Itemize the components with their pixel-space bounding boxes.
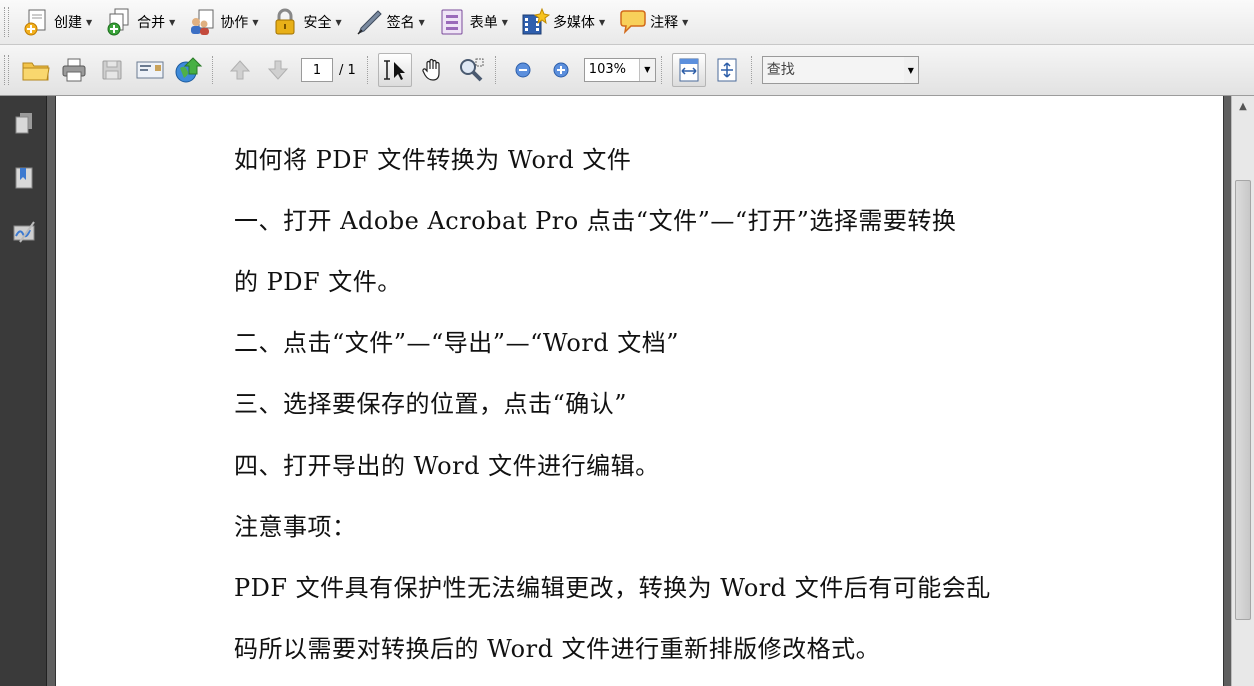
secure-menu-button[interactable]: 安全 ▼ — [266, 4, 345, 40]
comment-menu-button[interactable]: 注释 ▼ — [613, 4, 692, 40]
marquee-zoom-button[interactable] — [454, 53, 488, 87]
chevron-down-icon: ▼ — [501, 17, 508, 27]
save-button[interactable] — [95, 53, 129, 87]
pdf-page[interactable]: 如何将 PDF 文件转换为 Word 文件 一、打开 Adobe Acrobat… — [55, 96, 1224, 686]
chevron-down-icon: ▼ — [418, 17, 425, 27]
bookmark-icon — [15, 167, 32, 189]
toolbar-grip[interactable] — [4, 7, 9, 37]
chevron-down-icon: ▼ — [252, 17, 259, 27]
signatures-panel-button[interactable] — [0, 218, 47, 246]
email-button[interactable] — [133, 53, 167, 87]
chevron-down-icon: ▼ — [169, 17, 176, 27]
zoom-in-button[interactable] — [544, 53, 578, 87]
secure-menu-label: 安全 — [303, 15, 332, 31]
document-line: 四、打开导出的 Word 文件进行编辑。 — [234, 452, 660, 480]
zoom-out-icon — [515, 62, 531, 78]
document-line: 二、点击“文件”—“导出”—“Word 文档” — [234, 329, 680, 357]
pen-icon — [357, 10, 382, 35]
folder-icon — [22, 62, 50, 81]
toolbar-separator — [494, 56, 499, 84]
pages-icon — [15, 113, 32, 134]
chevron-down-icon: ▼ — [682, 17, 689, 27]
chevron-down-icon[interactable]: ▼ — [638, 59, 655, 81]
film-icon — [522, 7, 550, 35]
create-menu-button[interactable]: 创建 ▼ — [17, 4, 96, 40]
combine-menu-button[interactable]: 合并 ▼ — [100, 4, 179, 40]
combine-files-icon — [107, 8, 129, 36]
zoom-out-button[interactable] — [506, 53, 540, 87]
find-field[interactable]: 查找 ▼ — [761, 56, 919, 84]
sign-menu-button[interactable]: 签名 ▼ — [350, 4, 429, 40]
create-document-icon — [24, 9, 46, 36]
chevron-down-icon[interactable]: ▼ — [904, 66, 918, 75]
navigation-pane — [0, 96, 47, 686]
page-number-input[interactable] — [301, 58, 333, 82]
magnifier-icon — [459, 58, 484, 82]
find-input[interactable]: 查找 — [762, 57, 904, 83]
main-toolbar: / 1 103% ▼ — [0, 45, 1254, 96]
vertical-scrollbar[interactable]: ▲ — [1231, 96, 1254, 686]
lock-icon — [275, 8, 295, 35]
zoom-level-select[interactable]: 103% ▼ — [583, 58, 656, 82]
page-total-label: / 1 — [339, 62, 356, 78]
printer-icon — [62, 58, 86, 82]
upload-share-button[interactable] — [171, 53, 205, 87]
collaborate-menu-button[interactable]: 协作 ▼ — [183, 4, 262, 40]
create-menu-label: 创建 — [54, 15, 82, 31]
document-line: 一、打开 Adobe Acrobat Pro 点击“文件”—“打开”选择需要转换 — [234, 207, 957, 235]
collaborate-icon — [191, 9, 214, 35]
multimedia-menu-label: 多媒体 — [552, 15, 595, 31]
document-line: 三、选择要保存的位置，点击“确认” — [234, 390, 628, 418]
toolbar-separator — [660, 56, 665, 84]
collaborate-menu-label: 协作 — [220, 15, 249, 31]
scrollbar-thumb[interactable] — [1235, 180, 1251, 620]
sign-menu-label: 签名 — [386, 15, 415, 31]
floppy-disk-icon — [102, 60, 122, 80]
chevron-down-icon: ▼ — [598, 17, 606, 27]
forms-menu-label: 表单 — [469, 15, 498, 31]
document-line: 码所以需要对转换后的 Word 文件进行重新排版修改格式。 — [234, 635, 881, 663]
fit-width-icon — [679, 58, 699, 82]
toolbar-grip[interactable] — [4, 55, 9, 85]
comment-menu-label: 注释 — [650, 15, 679, 31]
previous-page-button[interactable] — [223, 53, 257, 87]
document-title: 如何将 PDF 文件转换为 Word 文件 — [234, 146, 632, 174]
toolbar-separator — [750, 56, 755, 84]
document-viewport[interactable]: 如何将 PDF 文件转换为 Word 文件 一、打开 Adobe Acrobat… — [47, 96, 1231, 686]
open-button[interactable] — [19, 53, 53, 87]
toolbar-separator — [212, 56, 216, 84]
next-page-button[interactable] — [261, 53, 295, 87]
document-line: 注意事项： — [234, 513, 357, 541]
signature-icon — [13, 221, 35, 243]
fit-width-button[interactable] — [671, 53, 706, 87]
envelope-icon — [136, 61, 164, 79]
document-line: PDF 文件具有保护性无法编辑更改，转换为 Word 文件后有可能会乱 — [234, 574, 991, 602]
zoom-in-icon — [553, 62, 569, 78]
arrow-up-icon — [229, 60, 251, 80]
toolbar-separator — [366, 56, 371, 84]
text-select-cursor-icon — [383, 60, 405, 80]
forms-menu-button[interactable]: 表单 ▼ — [433, 4, 512, 40]
fit-page-button[interactable] — [710, 53, 744, 87]
chevron-down-icon: ▼ — [335, 17, 342, 27]
multimedia-menu-button[interactable]: 多媒体 ▼ — [516, 4, 609, 40]
hand-tool-button[interactable] — [416, 53, 450, 87]
pages-panel-button[interactable] — [0, 110, 47, 138]
select-tool-button[interactable] — [377, 53, 412, 87]
scroll-up-arrow-icon[interactable]: ▲ — [1232, 96, 1254, 116]
chevron-down-icon: ▼ — [86, 17, 93, 27]
speech-bubble-icon — [620, 10, 646, 35]
combine-menu-label: 合并 — [137, 15, 166, 31]
bookmarks-panel-button[interactable] — [0, 164, 47, 192]
document-line: 的 PDF 文件。 — [234, 268, 402, 296]
arrow-down-icon — [267, 60, 289, 80]
print-button[interactable] — [57, 53, 91, 87]
globe-upload-icon — [175, 57, 203, 83]
form-icon — [441, 9, 463, 35]
task-toolbar: 创建 ▼ 合并 ▼ 协作 ▼ 安全 ▼ 签名 ▼ 表单 ▼ 多媒体 ▼ 注释 ▼ — [0, 0, 1254, 45]
hand-icon — [422, 58, 440, 81]
fit-page-icon — [717, 58, 737, 82]
zoom-level-value: 103% — [588, 62, 626, 77]
